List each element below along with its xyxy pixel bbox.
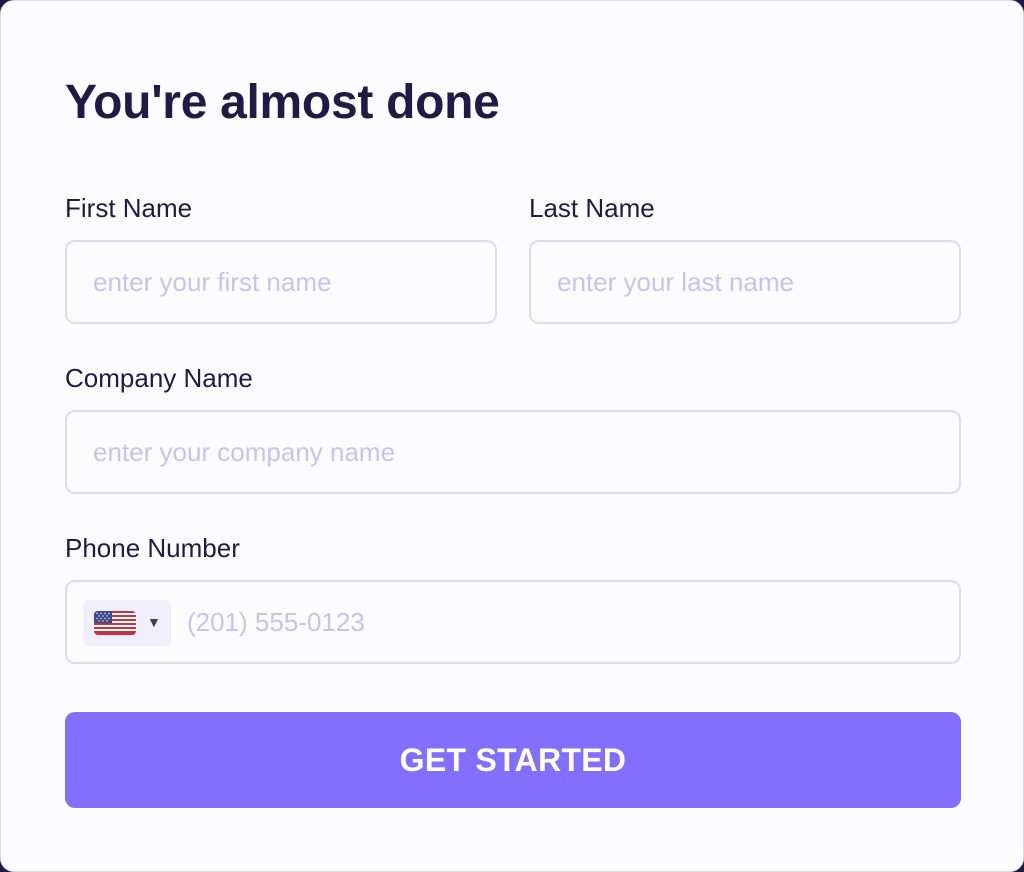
us-flag-icon (94, 611, 136, 635)
country-code-selector[interactable]: ▼ (83, 600, 171, 646)
last-name-label: Last Name (529, 193, 655, 223)
phone-number-label: Phone Number (65, 533, 240, 563)
first-name-field-box (65, 240, 497, 324)
last-name-field-box (529, 240, 961, 324)
company-name-field-box (65, 410, 961, 494)
last-name-input[interactable] (557, 242, 945, 322)
get-started-button[interactable]: GET STARTED (65, 712, 961, 808)
caret-down-icon: ▼ (147, 614, 161, 630)
first-name-input[interactable] (93, 242, 481, 322)
page-title: You're almost done (65, 76, 500, 129)
signup-card: You're almost done First Name Last Name … (0, 0, 1024, 872)
first-name-label: First Name (65, 193, 193, 223)
company-name-input[interactable] (93, 412, 945, 492)
phone-number-field-box: ▼ (65, 580, 961, 664)
company-name-label: Company Name (65, 363, 253, 393)
phone-number-input[interactable] (187, 582, 939, 662)
